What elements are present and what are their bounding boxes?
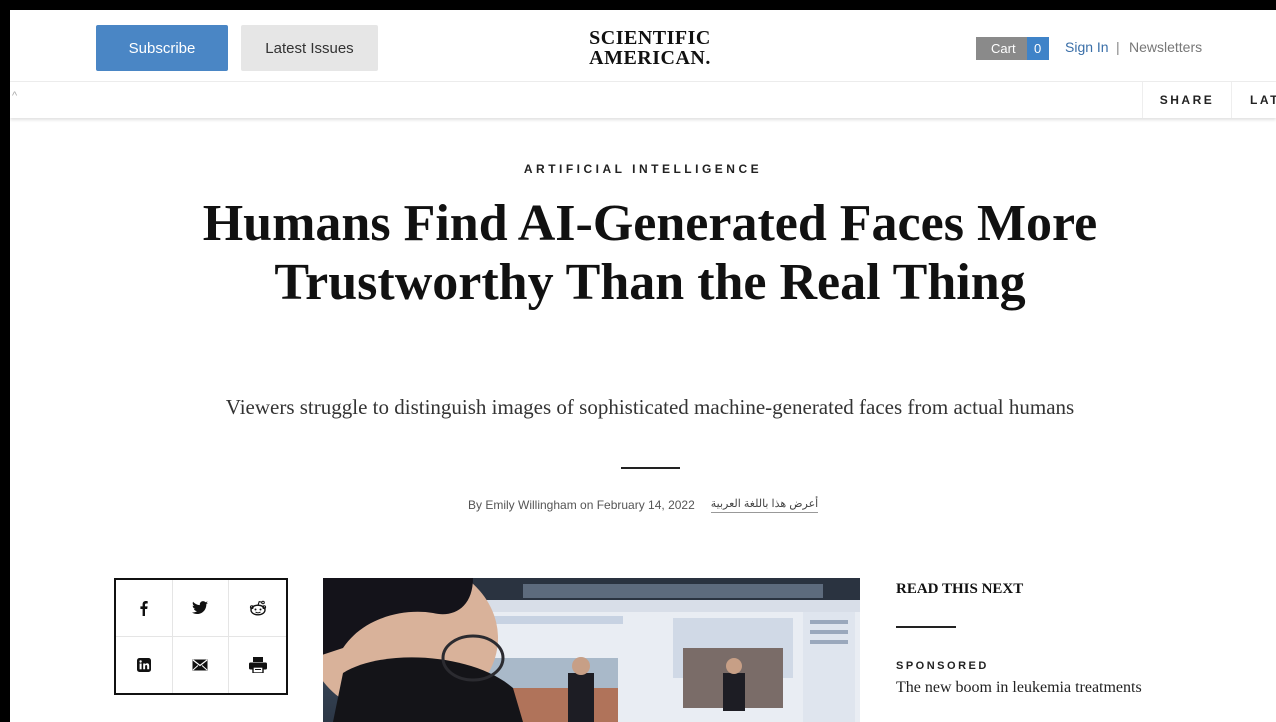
print-button[interactable] [229,637,286,694]
share-twitter-button[interactable] [172,580,230,637]
hero-photo [323,578,860,722]
header-separator: | [1116,39,1120,55]
subscribe-button[interactable]: Subscribe [96,25,228,71]
facebook-icon [140,600,148,616]
read-next-divider [896,626,956,628]
page: Subscribe Latest Issues SCIENTIFIC AMERI… [10,10,1276,722]
logo-line-2: AMERICAN. [589,47,711,69]
arabic-version-link[interactable]: أعرض هذا باللغة العربية [710,497,819,513]
share-button[interactable]: SHARE [1142,82,1232,118]
share-facebook-button[interactable] [116,580,173,637]
byline: By Emily Willingham on February 14, 2022… [468,497,819,513]
article-title: Humans Find AI-Generated Faces More Trus… [202,195,1098,311]
cart-button[interactable]: Cart 0 [976,37,1049,60]
site-logo[interactable]: SCIENTIFIC AMERICAN. [570,28,730,68]
email-icon [192,659,208,671]
title-divider [621,467,680,469]
sponsored-label: SPONSORED [896,660,989,672]
read-next-heading: READ THIS NEXT [896,581,1024,597]
cart-label: Cart [976,37,1027,60]
twitter-icon [192,600,209,614]
article-category[interactable]: ARTIFICIAL INTELLIGENCE [10,162,1276,176]
print-icon [248,656,267,673]
sponsored-article-link[interactable]: The new boom in leukemia treatments [896,679,1142,697]
latest-button[interactable]: LAT [1250,82,1276,118]
sign-in-link[interactable]: Sign In [1065,39,1109,55]
site-header: Subscribe Latest Issues SCIENTIFIC AMERI… [10,10,1276,82]
share-buttons-grid [114,578,288,695]
share-email-button[interactable] [173,636,230,693]
cart-count-badge: 0 [1026,37,1049,60]
share-linkedin-button[interactable] [116,636,173,693]
article-subtitle: Viewers struggle to distinguish images o… [225,395,1075,419]
hero-image [323,578,860,722]
linkedin-icon [136,657,151,672]
sticky-toolbar: ^ SHARE LAT [10,82,1276,118]
collapse-caret-icon[interactable]: ^ [12,90,17,102]
reddit-icon [249,600,266,616]
latest-issues-button[interactable]: Latest Issues [241,25,378,71]
newsletters-link[interactable]: Newsletters [1129,39,1202,55]
byline-text: By Emily Willingham on February 14, 2022 [468,498,695,512]
logo-line-1: SCIENTIFIC [589,27,711,49]
share-reddit-button[interactable] [229,580,286,637]
